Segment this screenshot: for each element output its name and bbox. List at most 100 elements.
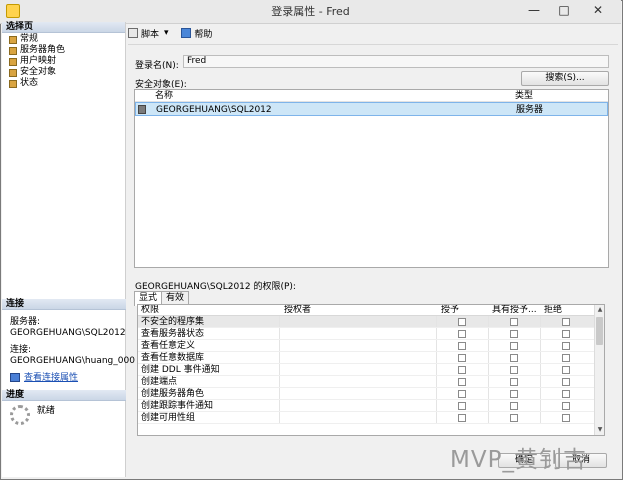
table-row[interactable]: 查看任意数据库 bbox=[138, 352, 604, 364]
view-connection-link[interactable]: 查看连接属性 bbox=[24, 373, 78, 383]
close-button[interactable]: ✕ bbox=[580, 1, 616, 21]
with-grant-checkbox[interactable] bbox=[510, 330, 518, 338]
grant-checkbox[interactable] bbox=[458, 318, 466, 326]
column-header-with-grant[interactable]: 具有授予... bbox=[492, 305, 542, 315]
window-title: 登录属性 - Fred bbox=[271, 5, 350, 18]
scroll-down-icon[interactable]: ▼ bbox=[595, 425, 604, 435]
grant-checkbox[interactable] bbox=[458, 366, 466, 374]
scrollbar-thumb[interactable] bbox=[596, 317, 603, 345]
page-list: 常规 服务器角色 用户映射 安全对象 状态 bbox=[2, 33, 125, 89]
table-row[interactable]: 创建 DDL 事件通知 bbox=[138, 364, 604, 376]
column-header-grant[interactable]: 授予 bbox=[441, 305, 459, 315]
properties-icon bbox=[10, 373, 20, 382]
server-icon bbox=[138, 105, 146, 114]
grid-divider bbox=[279, 388, 280, 399]
login-name-label: 登录名(N): bbox=[135, 61, 179, 71]
progress-header: 进度 bbox=[2, 390, 126, 401]
tab-effective[interactable]: 有效 bbox=[161, 291, 190, 305]
wrench-icon bbox=[9, 79, 17, 88]
nav-item-status[interactable]: 状态 bbox=[9, 78, 125, 89]
wrench-icon bbox=[9, 35, 17, 44]
column-header-permission[interactable]: 权限 bbox=[141, 305, 159, 315]
script-button[interactable]: 脚本 ▾ bbox=[128, 24, 169, 42]
column-header-grantor[interactable]: 授权者 bbox=[284, 305, 311, 315]
app-icon bbox=[6, 4, 20, 18]
grid-divider bbox=[436, 328, 437, 339]
view-connection-properties[interactable]: 查看连接属性 bbox=[10, 373, 126, 384]
with-grant-checkbox[interactable] bbox=[510, 414, 518, 422]
login-name-field[interactable]: Fred bbox=[183, 55, 609, 68]
grid-divider bbox=[488, 376, 489, 387]
minimize-button[interactable]: — bbox=[520, 1, 548, 21]
deny-checkbox[interactable] bbox=[562, 378, 570, 386]
deny-checkbox[interactable] bbox=[562, 354, 570, 362]
connection-info: 服务器: GEORGEHUANG\SQL2012 连接: GEORGEHUANG… bbox=[4, 311, 135, 384]
grid-divider bbox=[279, 412, 280, 423]
permission-name: 创建可用性组 bbox=[141, 413, 196, 423]
with-grant-checkbox[interactable] bbox=[510, 390, 518, 398]
grant-checkbox[interactable] bbox=[458, 402, 466, 410]
deny-checkbox[interactable] bbox=[562, 342, 570, 350]
permission-name: 创建跟踪事件通知 bbox=[141, 401, 214, 411]
grant-checkbox[interactable] bbox=[458, 414, 466, 422]
deny-checkbox[interactable] bbox=[562, 402, 570, 410]
table-row[interactable]: 创建服务器角色 bbox=[138, 388, 604, 400]
connection-header: 连接 bbox=[2, 299, 126, 310]
securable-type: 服务器 bbox=[516, 105, 544, 115]
with-grant-checkbox[interactable] bbox=[510, 402, 518, 410]
grant-checkbox[interactable] bbox=[458, 390, 466, 398]
nav-item-general[interactable]: 常规 bbox=[9, 34, 125, 45]
with-grant-checkbox[interactable] bbox=[510, 378, 518, 386]
grant-checkbox[interactable] bbox=[458, 354, 466, 362]
deny-checkbox[interactable] bbox=[562, 366, 570, 374]
nav-item-user-mapping[interactable]: 用户映射 bbox=[9, 56, 125, 67]
grant-checkbox[interactable] bbox=[458, 378, 466, 386]
grid-divider bbox=[279, 400, 280, 411]
securable-name: GEORGEHUANG\SQL2012 bbox=[156, 105, 272, 115]
grid-divider bbox=[436, 412, 437, 423]
search-button[interactable]: 搜索(S)... bbox=[521, 71, 609, 86]
progress-area: 就绪 bbox=[10, 405, 120, 429]
column-header-type[interactable]: 类型 bbox=[515, 90, 533, 101]
permissions-grid-header: 权限 授权者 授予 具有授予... 拒绝 bbox=[138, 305, 604, 316]
table-row[interactable]: 创建跟踪事件通知 bbox=[138, 400, 604, 412]
permission-name: 创建服务器角色 bbox=[141, 389, 205, 399]
vertical-scrollbar[interactable]: ▲ ▼ bbox=[594, 305, 604, 435]
nav-item-server-roles[interactable]: 服务器角色 bbox=[9, 45, 125, 56]
table-row[interactable]: 不安全的程序集 bbox=[138, 316, 604, 328]
grid-divider bbox=[488, 316, 489, 327]
scroll-up-icon[interactable]: ▲ bbox=[595, 305, 604, 315]
column-header-deny[interactable]: 拒绝 bbox=[544, 305, 562, 315]
deny-checkbox[interactable] bbox=[562, 390, 570, 398]
table-row[interactable]: 创建可用性组 bbox=[138, 412, 604, 424]
deny-checkbox[interactable] bbox=[562, 330, 570, 338]
help-button[interactable]: 帮助 bbox=[181, 24, 212, 42]
script-icon bbox=[128, 28, 138, 38]
grid-divider bbox=[436, 400, 437, 411]
grid-divider bbox=[488, 352, 489, 363]
with-grant-checkbox[interactable] bbox=[510, 366, 518, 374]
deny-checkbox[interactable] bbox=[562, 414, 570, 422]
list-item[interactable]: GEORGEHUANG\SQL2012 服务器 bbox=[135, 102, 608, 116]
permissions-tabs: 显式 有效 bbox=[134, 291, 190, 306]
table-row[interactable]: 查看任意定义 bbox=[138, 340, 604, 352]
column-header-name[interactable]: 名称 bbox=[155, 90, 173, 101]
chevron-down-icon[interactable]: ▾ bbox=[164, 28, 169, 38]
with-grant-checkbox[interactable] bbox=[510, 354, 518, 362]
table-row[interactable]: 查看服务器状态 bbox=[138, 328, 604, 340]
table-row[interactable]: 创建端点 bbox=[138, 376, 604, 388]
grid-divider bbox=[488, 388, 489, 399]
server-label: 服务器: bbox=[10, 317, 41, 327]
permissions-grid-body: 不安全的程序集 查看服务器状态 查看任意定义 查看任意数据库 创建 DDL 事件通知 创建… bbox=[138, 316, 604, 424]
nav-item-label: 服务器角色 bbox=[20, 45, 66, 55]
maximize-button[interactable]: □ bbox=[550, 1, 578, 21]
grant-checkbox[interactable] bbox=[458, 342, 466, 350]
with-grant-checkbox[interactable] bbox=[510, 342, 518, 350]
with-grant-checkbox[interactable] bbox=[510, 318, 518, 326]
nav-item-securables[interactable]: 安全对象 bbox=[9, 67, 125, 78]
permissions-grid[interactable]: 权限 授权者 授予 具有授予... 拒绝 不安全的程序集 查看服务器状态 查看任意定… bbox=[137, 304, 605, 436]
grant-checkbox[interactable] bbox=[458, 330, 466, 338]
securables-list[interactable]: 名称 类型 GEORGEHUANG\SQL2012 服务器 bbox=[134, 89, 609, 268]
deny-checkbox[interactable] bbox=[562, 318, 570, 326]
grid-divider bbox=[488, 340, 489, 351]
